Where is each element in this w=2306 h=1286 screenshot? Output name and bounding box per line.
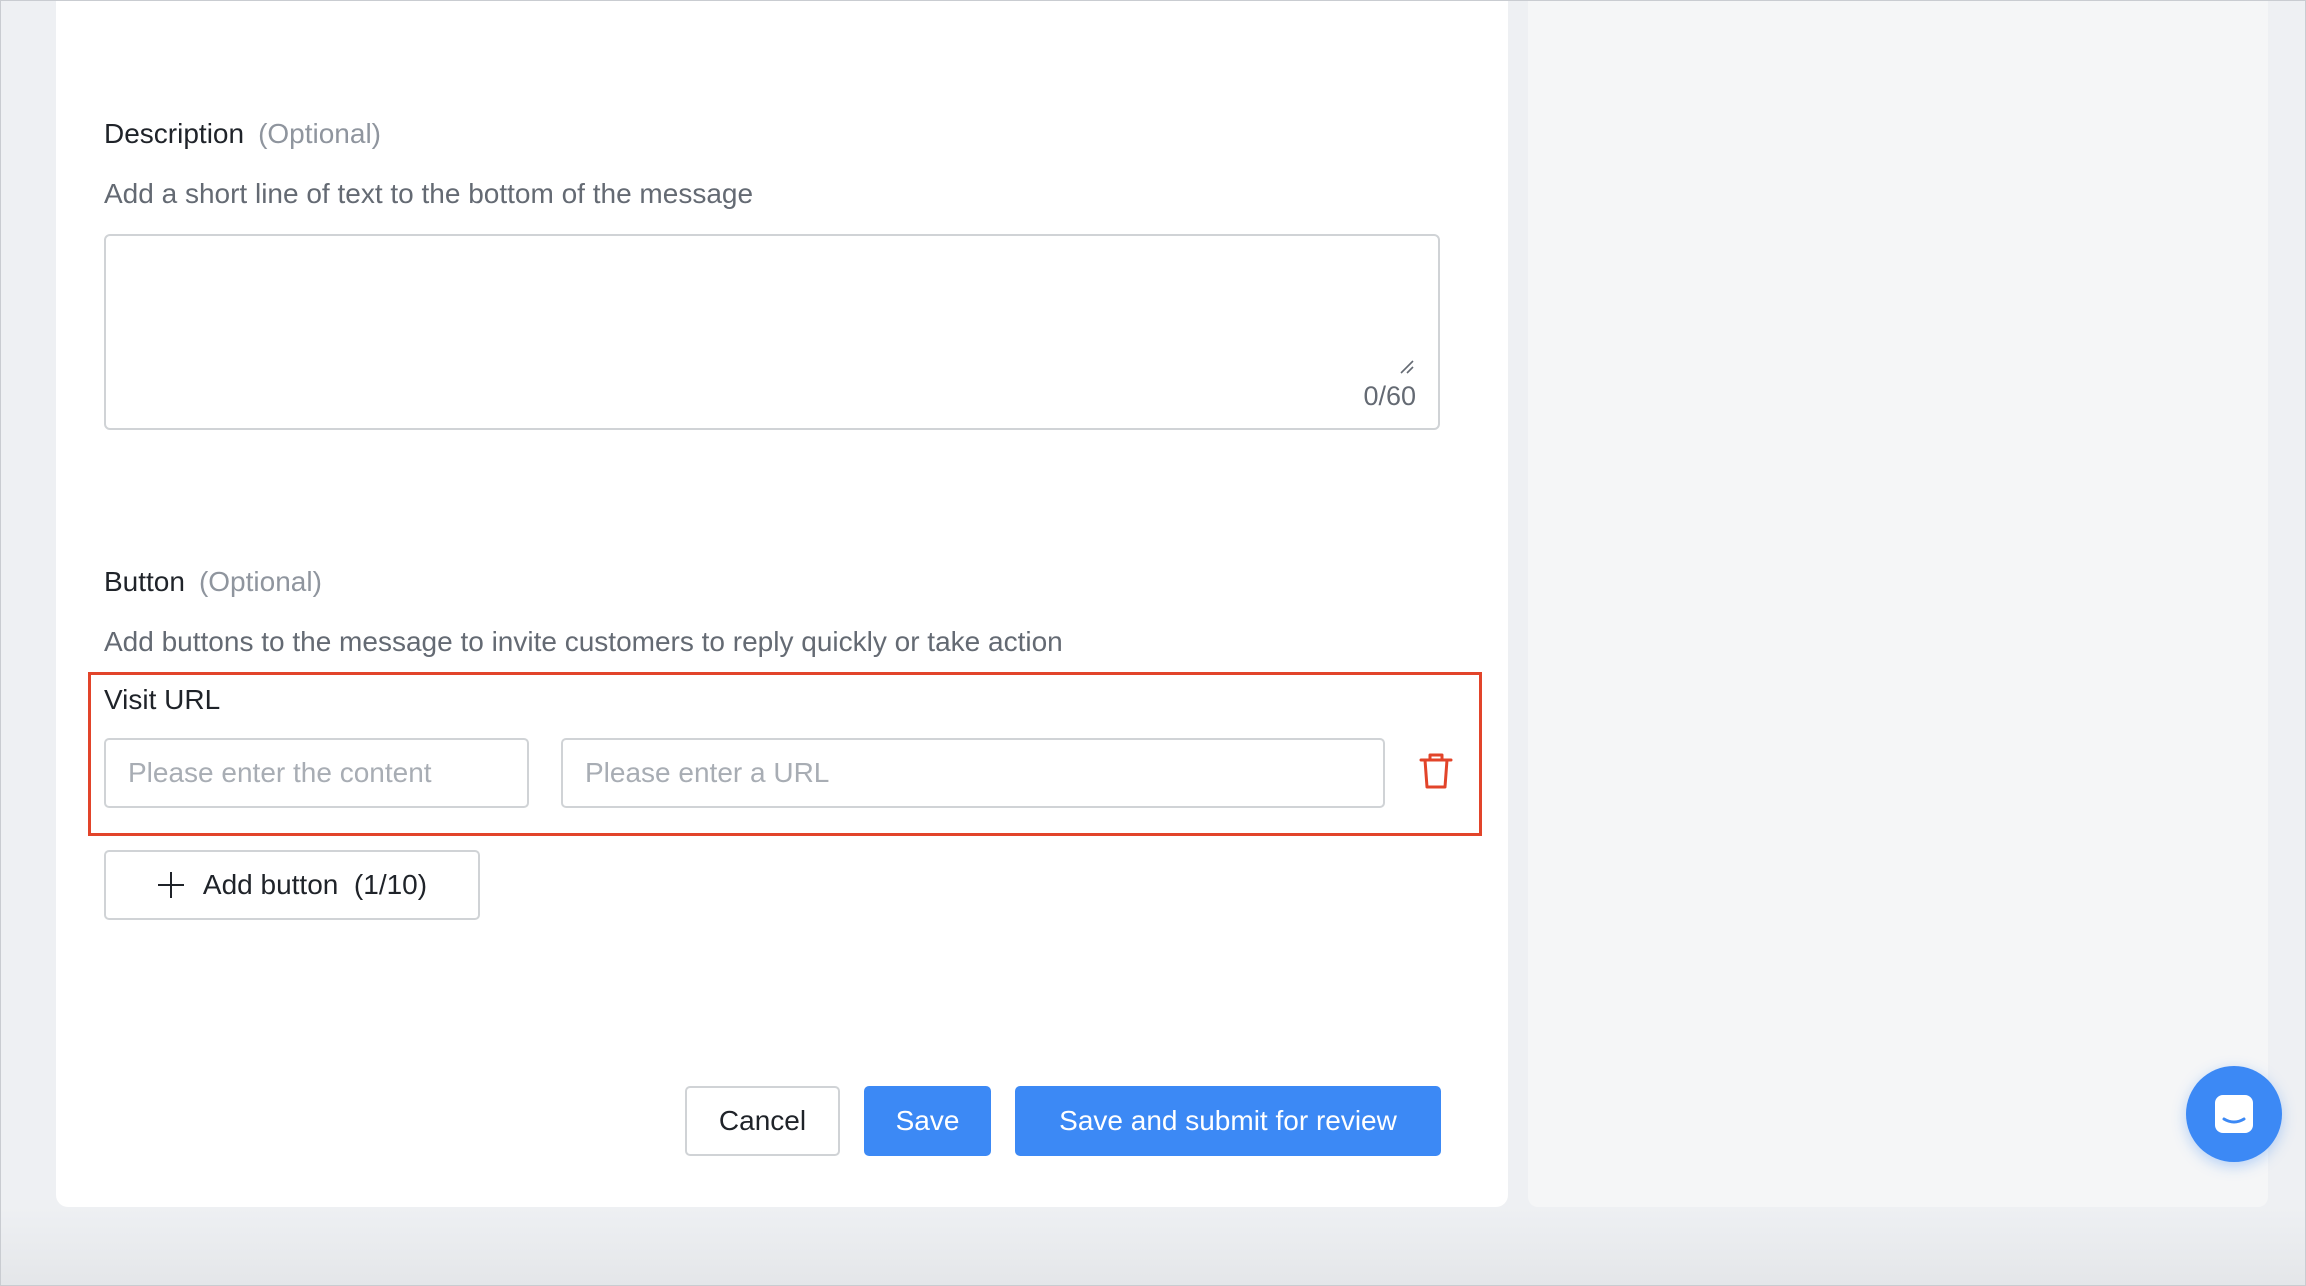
button-section-hint: Add buttons to the message to invite cus… <box>104 626 1063 657</box>
add-button-count: (1/10) <box>353 869 428 900</box>
preview-panel <box>1528 0 2268 1207</box>
button-type-label: Visit URL <box>104 684 221 715</box>
resize-handle-icon[interactable] <box>1400 360 1414 374</box>
description-textarea[interactable]: 0/60 <box>104 234 1440 430</box>
description-optional-tag: (Optional) <box>258 118 381 149</box>
cancel-button[interactable]: Cancel <box>685 1086 840 1156</box>
trash-icon[interactable] <box>1418 752 1454 790</box>
button-section-title: Button (Optional) <box>104 566 322 598</box>
button-content-input[interactable] <box>104 738 529 808</box>
description-title: Description (Optional) <box>104 118 381 150</box>
button-section-title-label: Button <box>104 566 185 597</box>
page-background <box>0 1207 2306 1286</box>
add-button[interactable]: Add button (1/10) <box>104 850 480 920</box>
plus-icon <box>157 871 185 899</box>
save-button[interactable]: Save <box>864 1086 991 1156</box>
button-optional-tag: (Optional) <box>198 566 322 597</box>
add-button-label: Add button (1/10) <box>202 869 428 900</box>
chat-launcher-button[interactable] <box>2186 1066 2282 1162</box>
description-title-label: Description <box>104 118 245 149</box>
description-hint: Add a short line of text to the bottom o… <box>104 178 754 209</box>
button-url-input[interactable] <box>561 738 1385 808</box>
chat-bubble-icon <box>2215 1095 2253 1133</box>
character-counter: 0/60 <box>1363 381 1416 411</box>
submit-for-review-button[interactable]: Save and submit for review <box>1015 1086 1441 1156</box>
